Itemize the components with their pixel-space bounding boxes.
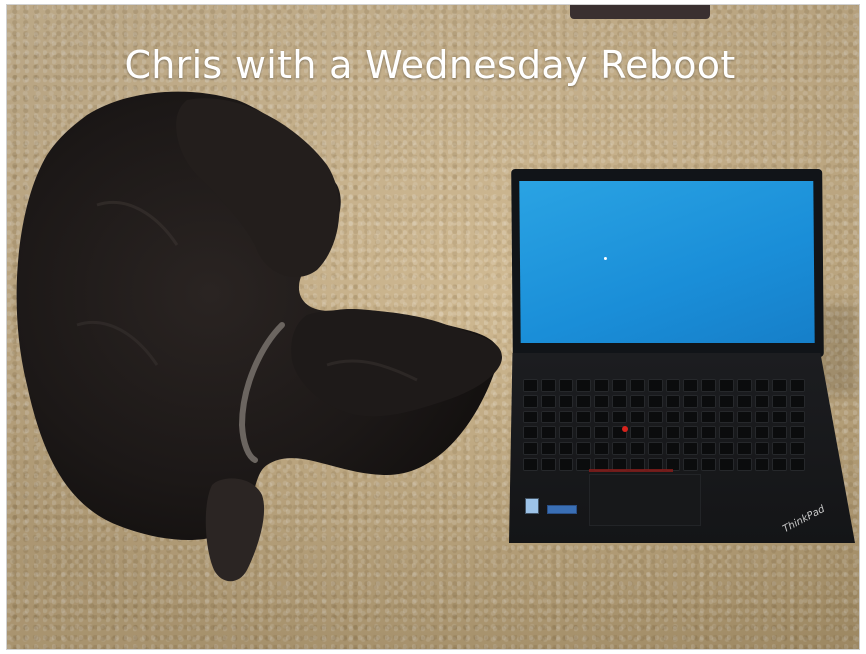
windows-sticker	[547, 505, 577, 514]
laptop-base: ThinkPad	[509, 353, 855, 543]
trackpoint-red-nub	[622, 426, 628, 432]
touchpad-buttons-stripe	[589, 469, 673, 472]
thinkpad-logo: ThinkPad	[781, 503, 827, 536]
keyboard	[523, 379, 805, 471]
touchpad	[589, 474, 701, 526]
laptop-display-bezel	[511, 169, 824, 357]
laptop-screen	[519, 181, 815, 343]
loading-spinner-icon	[603, 257, 607, 260]
dog-paw	[205, 478, 265, 582]
intel-sticker	[525, 498, 539, 514]
photo-caption: Chris with a Wednesday Reboot	[124, 43, 736, 87]
image-frame: ThinkPad Chris with a Wednesday Reboot	[0, 0, 866, 654]
photo: ThinkPad Chris with a Wednesday Reboot	[6, 4, 860, 650]
